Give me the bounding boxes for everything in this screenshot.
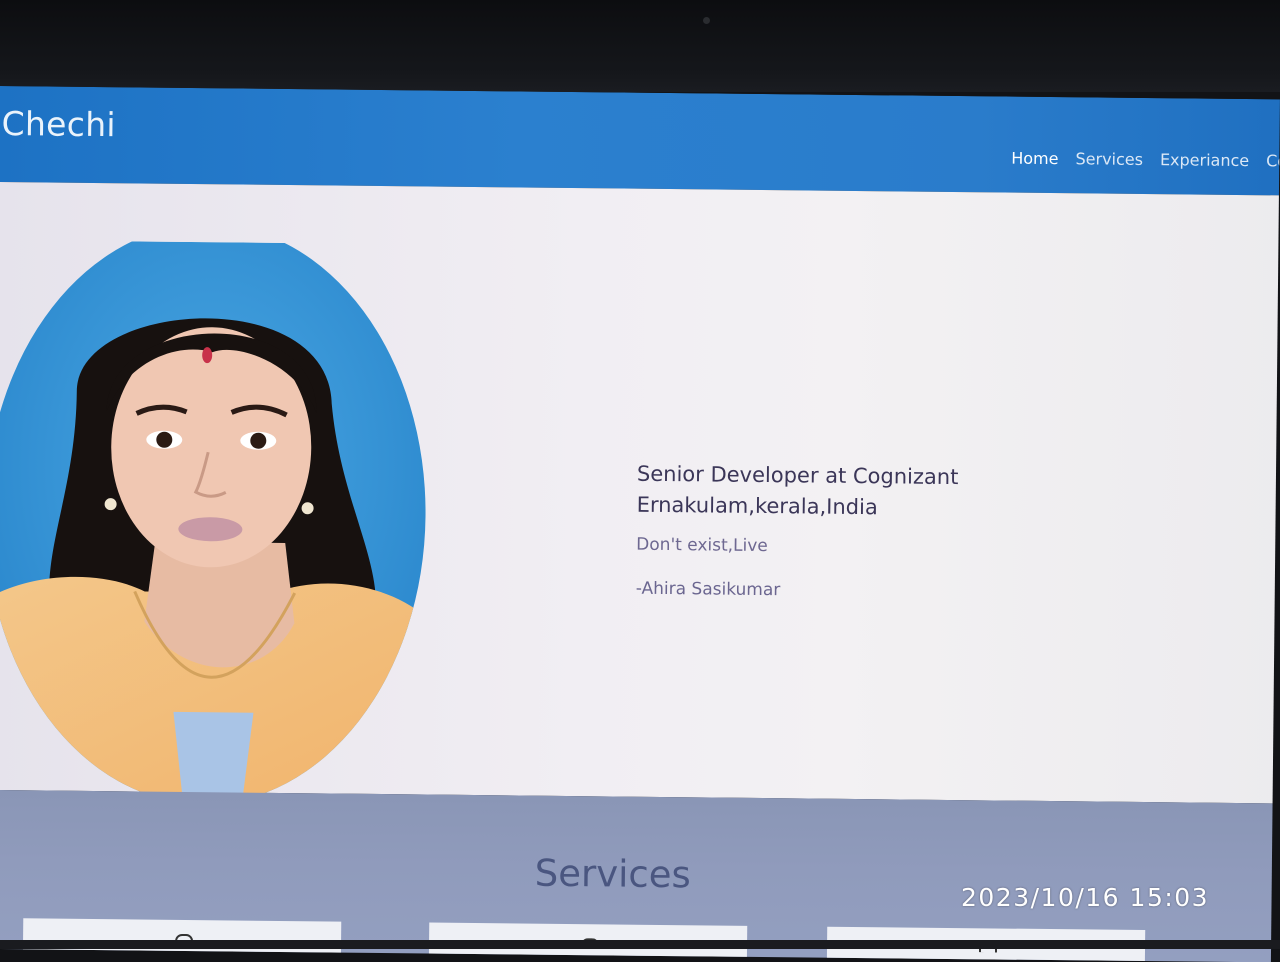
hero-text: Senior Developer at Cognizant Ernakulam,… [636,459,959,602]
monitor-bezel-top [0,0,1280,92]
brand-logo[interactable]: Chechi [1,104,116,144]
webcam-icon [703,17,710,24]
nav-link-experiance[interactable]: Experiance [1160,150,1249,170]
nav-link-services[interactable]: Services [1075,149,1143,169]
tagline-quote: Don't exist,Live [636,534,768,557]
services-section: Services [0,789,1280,962]
photo-timestamp: 2023/10/16 15:03 [961,883,1210,912]
browser-viewport: Chechi Home Services Experiance Cor Seni… [0,86,1280,962]
monitor-bezel-bottom [0,940,1280,949]
services-heading: Services [534,851,692,897]
location: Ernakulam,kerala,India [636,492,878,520]
nav-link-contact[interactable]: Cor [1266,151,1280,170]
hero-section: Senior Developer at Cognizant Ernakulam,… [0,181,1280,804]
quote-author: -Ahira Sasikumar [635,578,781,601]
portrait-photo [0,239,429,801]
nav-link-home[interactable]: Home [1011,149,1058,168]
navbar: Chechi Home Services Experiance Cor [0,86,1280,196]
job-title: Senior Developer at Cognizant [636,461,959,490]
nav-links: Home Services Experiance Cor [1011,149,1280,171]
